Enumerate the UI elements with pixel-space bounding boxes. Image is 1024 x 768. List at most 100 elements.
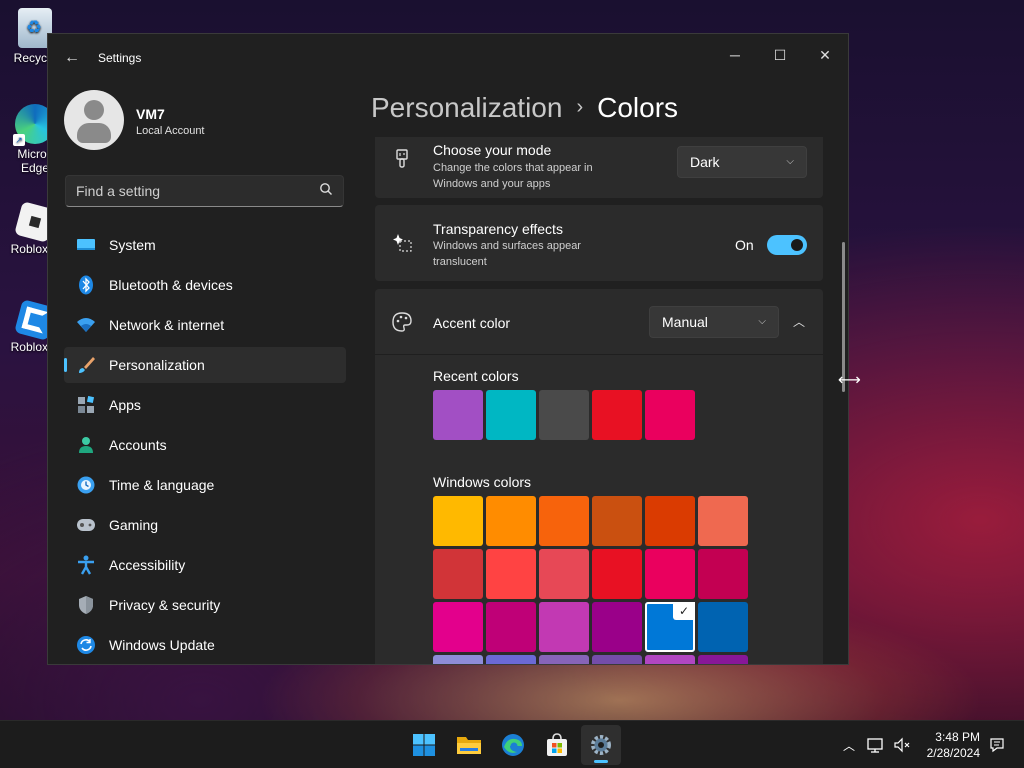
chevron-down-icon: ⌵ [786, 156, 794, 167]
windows-color-swatch[interactable] [698, 655, 748, 664]
windows-color-swatch[interactable]: ✓ [645, 602, 695, 652]
recent-colors-label: Recent colors [433, 368, 519, 384]
edge-button[interactable] [493, 725, 533, 765]
edge-icon [502, 734, 524, 756]
sidebar-item-label: Privacy & security [109, 597, 221, 613]
windows-color-swatch[interactable] [592, 496, 642, 546]
volume-button[interactable] [890, 721, 914, 768]
sidebar-item-accounts[interactable]: Accounts [64, 427, 346, 463]
windows-color-swatch[interactable] [592, 602, 642, 652]
transparency-toggle[interactable] [767, 235, 807, 255]
windows-color-swatch[interactable] [433, 496, 483, 546]
window-title: Settings [98, 51, 142, 65]
breadcrumb-separator: › [576, 96, 584, 118]
recent-color-swatch[interactable] [539, 390, 589, 440]
windows-color-swatch[interactable] [486, 602, 536, 652]
sidebar-item-label: Time & language [109, 477, 215, 493]
transparency-description: Windows and surfaces appear translucent [433, 240, 581, 268]
settings-window: ← Settings ─ ☐ ✕ VM7 Local Account Syste… [47, 33, 849, 665]
system-icon [76, 235, 96, 255]
start-button[interactable] [404, 725, 444, 765]
sidebar-item-label: System [109, 237, 156, 253]
windows-color-swatch[interactable] [539, 602, 589, 652]
windows-color-swatch[interactable] [698, 602, 748, 652]
store-button[interactable] [537, 725, 577, 765]
recent-color-swatch[interactable] [592, 390, 642, 440]
windows-color-swatch[interactable] [592, 549, 642, 599]
recent-color-swatch[interactable] [645, 390, 695, 440]
collapse-button[interactable]: ︿ [783, 306, 815, 338]
windows-color-swatch[interactable] [486, 655, 536, 664]
accent-mode-dropdown[interactable]: Manual ⌵ [649, 306, 779, 338]
speaker-muted-icon [894, 737, 910, 753]
notification-icon [990, 738, 1004, 753]
avatar[interactable] [64, 90, 124, 150]
accent-color-header[interactable]: Accent color Manual ⌵ ︿ [375, 289, 823, 355]
settings-button[interactable] [581, 725, 621, 765]
taskbar: ︿ 3:48 PM 2/28/2024 [0, 720, 1024, 768]
back-button[interactable]: ← [62, 48, 82, 68]
accent-color-title: Accent color [433, 315, 511, 331]
minimize-button[interactable]: ─ [712, 40, 758, 70]
sidebar-item-network[interactable]: Network & internet [64, 307, 346, 343]
breadcrumb: Personalization › Colors [371, 92, 678, 124]
sidebar-item-label: Network & internet [109, 317, 225, 333]
show-hidden-icons-button[interactable]: ︿ [838, 721, 860, 768]
sidebar-item-bluetooth[interactable]: Bluetooth & devices [64, 267, 346, 303]
network-status-button[interactable] [864, 721, 888, 768]
close-button[interactable]: ✕ [802, 40, 848, 70]
network-wired-icon [867, 738, 883, 753]
sidebar-item-apps[interactable]: Apps [64, 387, 346, 423]
recent-color-swatch[interactable] [486, 390, 536, 440]
breadcrumb-parent[interactable]: Personalization [371, 92, 562, 123]
chevron-up-icon: ︿ [842, 738, 855, 753]
sidebar-item-system[interactable]: System [64, 227, 346, 263]
windows-color-swatch[interactable] [539, 549, 589, 599]
store-icon [547, 733, 567, 756]
windows-color-swatch[interactable] [645, 549, 695, 599]
windows-color-swatch[interactable] [645, 655, 695, 664]
folder-icon [457, 737, 481, 754]
windows-color-swatch[interactable] [433, 549, 483, 599]
search-icon[interactable] [319, 182, 333, 196]
windows-color-swatch[interactable] [486, 496, 536, 546]
gaming-icon [76, 515, 96, 535]
choose-mode-description: Change the colors that appear in Windows… [433, 162, 593, 190]
windows-color-swatch[interactable] [645, 496, 695, 546]
profile-name: VM7 [136, 106, 165, 122]
sidebar-item-time-language[interactable]: Time & language [64, 467, 346, 503]
notifications-button[interactable] [986, 721, 1008, 768]
chevron-up-icon: ︿ [792, 315, 805, 329]
sidebar-item-accessibility[interactable]: Accessibility [64, 547, 346, 583]
windows-logo-icon [413, 734, 435, 756]
clock[interactable]: 3:48 PM 2/28/2024 [927, 729, 980, 761]
network-icon [76, 315, 96, 335]
windows-color-swatch[interactable] [698, 496, 748, 546]
bluetooth-icon [76, 275, 96, 295]
windows-color-swatch[interactable] [592, 655, 642, 664]
transparency-state-label: On [735, 237, 754, 253]
windows-update-icon [76, 635, 96, 655]
transparency-title: Transparency effects [433, 221, 563, 237]
sidebar-item-windows-update[interactable]: Windows Update [64, 627, 346, 663]
search-input[interactable] [76, 176, 306, 206]
choose-mode-card: Choose your mode Change the colors that … [375, 137, 823, 198]
windows-color-swatch[interactable] [486, 549, 536, 599]
windows-color-swatch[interactable] [698, 549, 748, 599]
sidebar-item-personalization[interactable]: Personalization [64, 347, 346, 383]
windows-color-swatch[interactable] [433, 602, 483, 652]
resize-cursor-icon: ⟷ [838, 372, 861, 389]
sidebar-item-privacy-security[interactable]: Privacy & security [64, 587, 346, 623]
search-box[interactable] [65, 175, 344, 207]
windows-color-swatch[interactable] [539, 496, 589, 546]
sidebar-item-label: Apps [109, 397, 141, 413]
back-arrow-icon: ← [64, 49, 80, 66]
maximize-button[interactable]: ☐ [757, 40, 803, 70]
title-bar[interactable]: ← Settings ─ ☐ ✕ [48, 34, 848, 82]
recent-color-swatch[interactable] [433, 390, 483, 440]
windows-color-swatch[interactable] [433, 655, 483, 664]
sidebar-item-gaming[interactable]: Gaming [64, 507, 346, 543]
windows-color-swatch[interactable] [539, 655, 589, 664]
file-explorer-button[interactable] [449, 725, 489, 765]
mode-dropdown[interactable]: Dark ⌵ [677, 146, 807, 178]
